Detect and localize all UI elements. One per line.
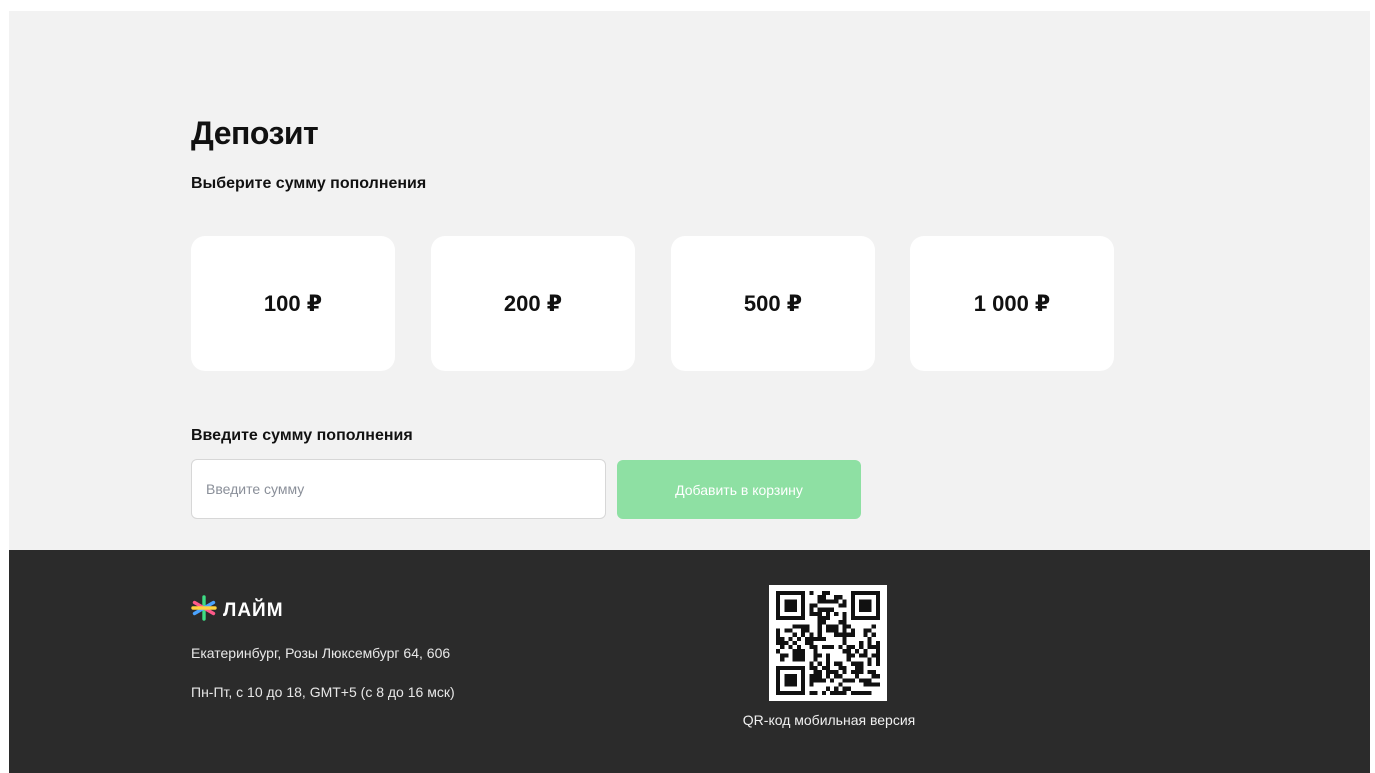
lime-asterisk-logo-icon (191, 595, 217, 626)
page-title: Депозит (191, 115, 319, 151)
amount-option-label: 200 ₽ (503, 290, 563, 316)
qr-code-caption: QR-код мобильная версия (742, 712, 916, 728)
amount-choice-subtitle: Выберите сумму пополнения (191, 175, 427, 192)
qr-code (769, 585, 887, 701)
qr-code-icon (776, 591, 880, 695)
footer: ЛАЙМ Екатеринбург, Розы Люксембург 64, 6… (9, 550, 1370, 773)
page: Депозит Выберите сумму пополнения 100 ₽ … (9, 11, 1370, 773)
custom-amount-label: Введите сумму пополнения (191, 427, 413, 444)
amount-option-label: 100 ₽ (263, 290, 323, 316)
deposit-section: Депозит Выберите сумму пополнения 100 ₽ … (9, 11, 1370, 550)
amount-option-1000[interactable]: 1 000 ₽ (910, 236, 1114, 371)
amount-option-label: 1 000 ₽ (973, 290, 1051, 316)
add-to-cart-button[interactable]: Добавить в корзину (617, 460, 861, 519)
logo-text: ЛАЙМ (223, 599, 284, 621)
amount-option-200[interactable]: 200 ₽ (431, 236, 635, 371)
amount-option-100[interactable]: 100 ₽ (191, 236, 395, 371)
amount-option-500[interactable]: 500 ₽ (671, 236, 875, 371)
custom-amount-input[interactable] (191, 459, 606, 519)
logo[interactable]: ЛАЙМ (191, 595, 284, 626)
company-address: Екатеринбург, Розы Люксембург 64, 606 (191, 645, 451, 661)
amount-option-label: 500 ₽ (743, 290, 803, 316)
working-hours: Пн-Пт, с 10 до 18, GMT+5 (с 8 до 16 мск) (191, 684, 455, 700)
